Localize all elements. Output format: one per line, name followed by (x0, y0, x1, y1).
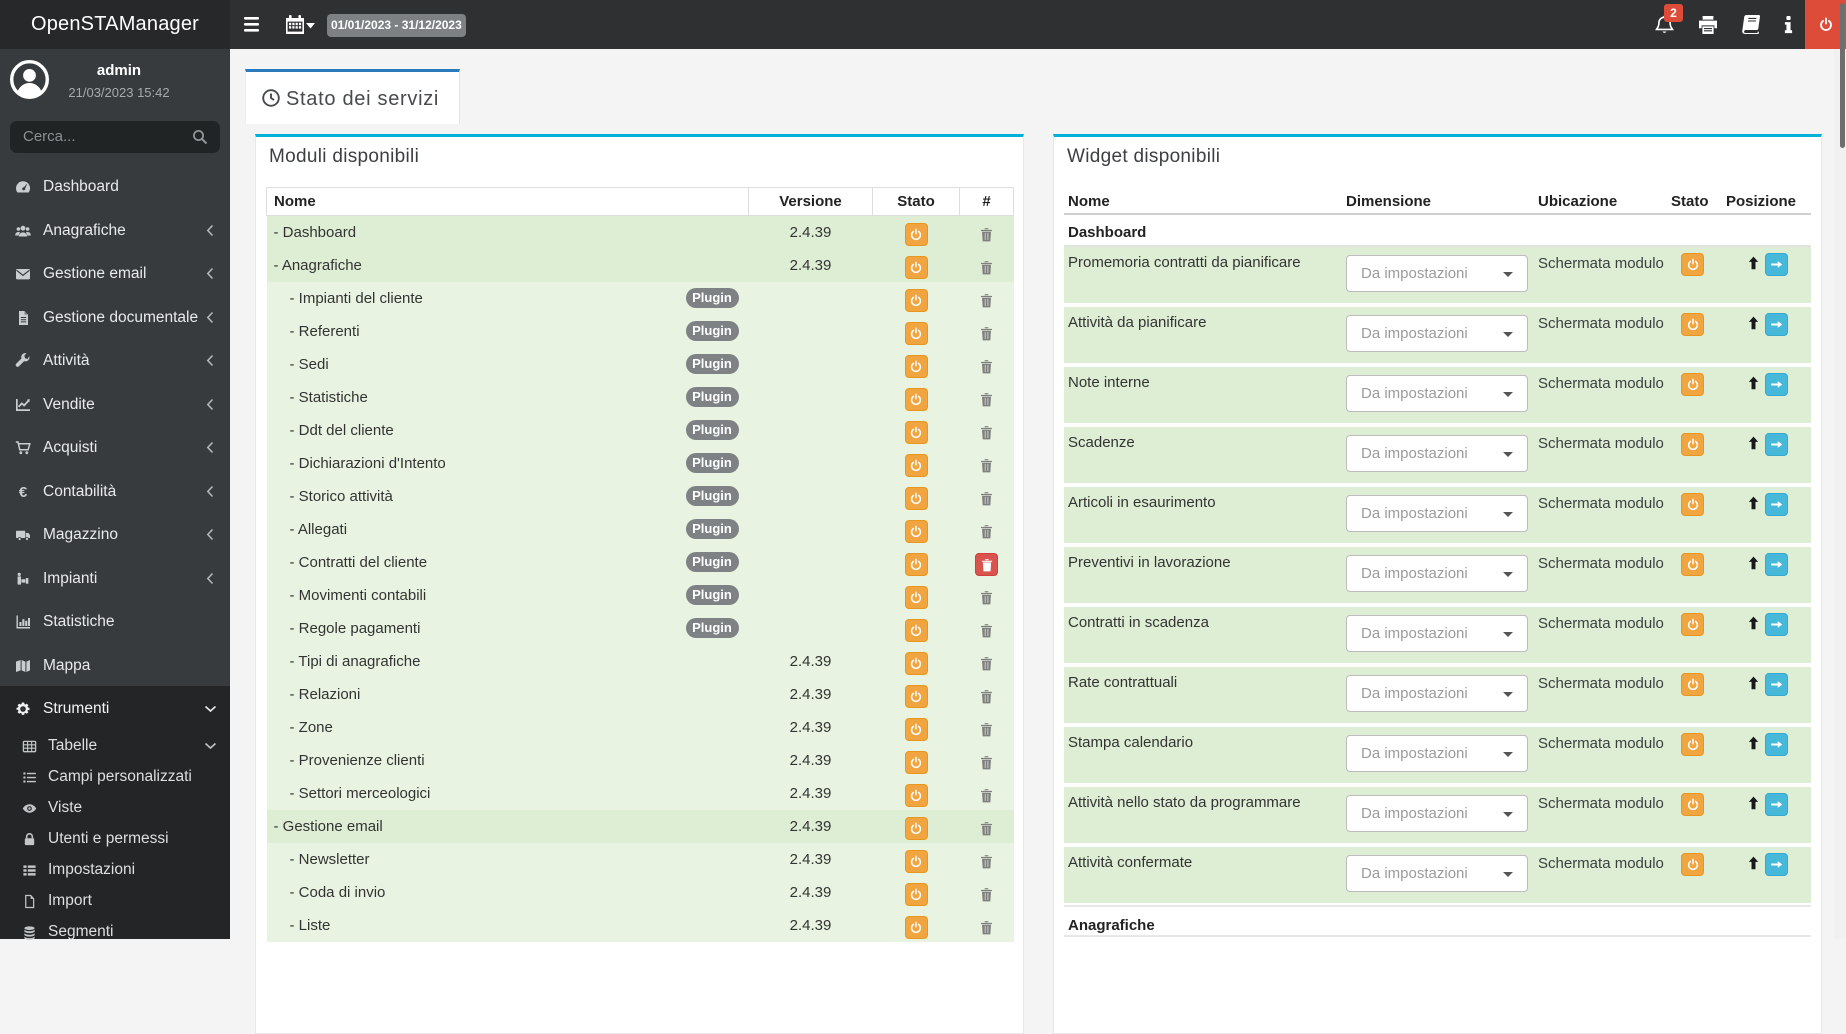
svg-text:€: € (19, 484, 28, 500)
